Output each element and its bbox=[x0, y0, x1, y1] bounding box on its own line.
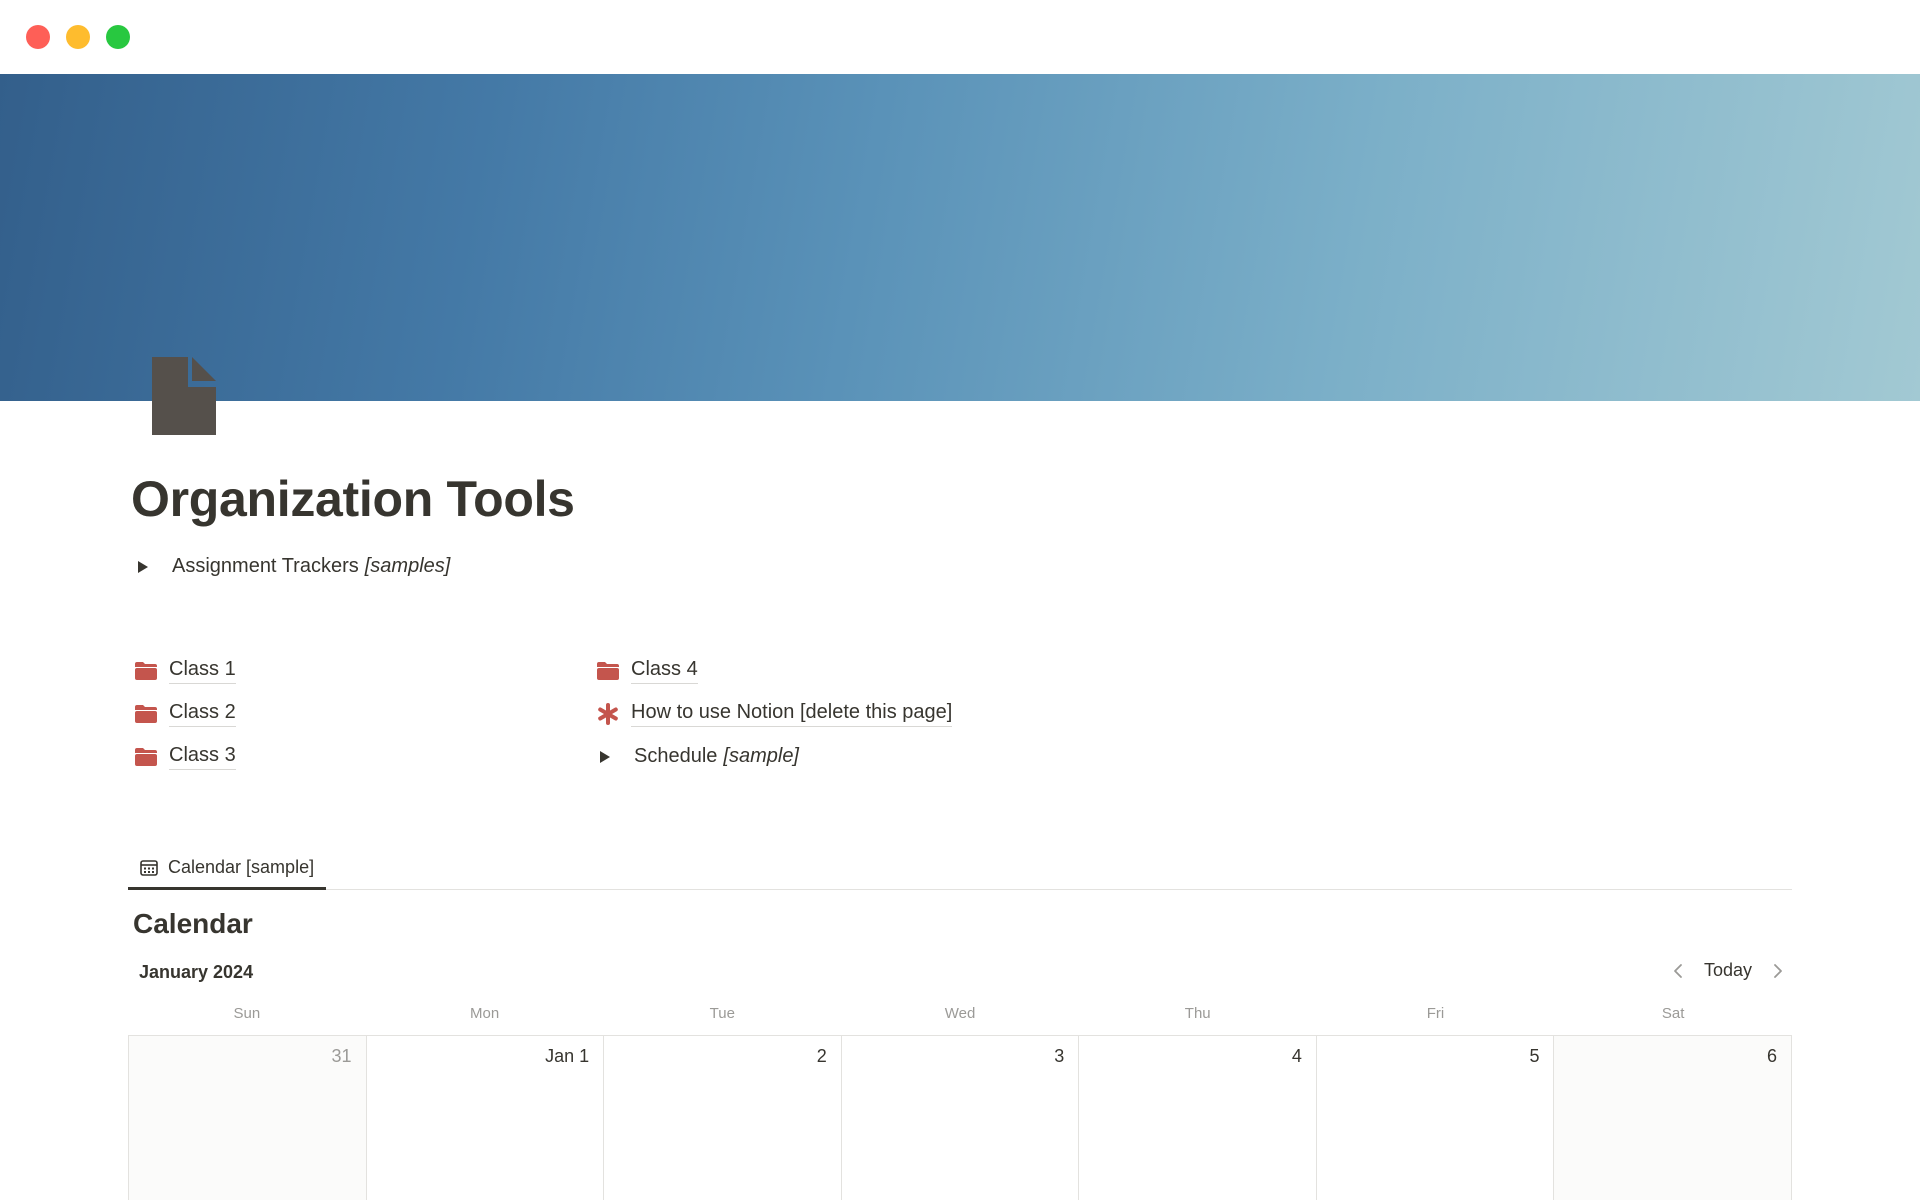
page-link-label[interactable]: Class 4 bbox=[631, 657, 698, 684]
calendar-day-cell[interactable]: Jan 1 bbox=[366, 1036, 605, 1200]
window-minimize-button[interactable] bbox=[66, 25, 90, 49]
day-number: 3 bbox=[1054, 1046, 1065, 1066]
page-cover-image[interactable] bbox=[0, 74, 1920, 401]
page-link-class-2[interactable]: Class 2 bbox=[133, 700, 236, 727]
page-link-how-to-use-notion[interactable]: How to use Notion [delete this page] bbox=[595, 700, 953, 727]
window-titlebar bbox=[0, 0, 1920, 74]
toggle-assignment-trackers[interactable]: Assignment Trackers [samples] bbox=[132, 555, 450, 578]
weekday-label: Sat bbox=[1661, 1005, 1685, 1022]
day-number: 31 bbox=[331, 1046, 352, 1066]
page-link-class-1[interactable]: Class 1 bbox=[133, 657, 236, 684]
weekday-label: Mon bbox=[469, 1005, 500, 1022]
chevron-right-icon[interactable] bbox=[1768, 961, 1788, 981]
day-number: 6 bbox=[1767, 1046, 1778, 1066]
tab-calendar-sample[interactable]: Calendar [sample] bbox=[128, 848, 327, 890]
document-icon[interactable] bbox=[150, 357, 218, 437]
calendar-day-cell[interactable]: 5 bbox=[1316, 1036, 1555, 1200]
calendar-weekday-header: Sun Mon Tue Wed Thu Fri Sat bbox=[128, 1005, 1792, 1035]
toggle-label-italic: [sample] bbox=[723, 745, 799, 767]
toggle-triangle-icon[interactable] bbox=[138, 560, 152, 574]
folder-icon bbox=[595, 659, 621, 683]
weekday-label: Fri bbox=[1426, 1005, 1445, 1022]
toggle-schedule[interactable]: Schedule [sample] bbox=[594, 745, 799, 768]
calendar-grid: 31 Jan 1 2 3 4 5 6 bbox=[128, 1035, 1793, 1200]
weekday-label: Tue bbox=[709, 1005, 735, 1022]
day-number: 2 bbox=[816, 1046, 827, 1066]
calendar-day-cell[interactable]: 4 bbox=[1079, 1036, 1317, 1200]
toggle-label: Schedule bbox=[634, 745, 718, 767]
page-link-class-4[interactable]: Class 4 bbox=[595, 657, 698, 684]
page-title[interactable]: Organization Tools bbox=[131, 470, 575, 528]
page-link-class-3[interactable]: Class 3 bbox=[133, 743, 236, 770]
folder-icon bbox=[133, 702, 159, 726]
calendar-day-cell[interactable]: 2 bbox=[604, 1036, 842, 1200]
chevron-left-icon[interactable] bbox=[1668, 961, 1688, 981]
day-number: 4 bbox=[1291, 1046, 1302, 1066]
calendar-month-label: January 2024 bbox=[139, 962, 254, 982]
asterisk-icon bbox=[595, 702, 621, 726]
calendar-day-cell[interactable]: 3 bbox=[841, 1036, 1080, 1200]
day-number: Jan 1 bbox=[545, 1046, 590, 1066]
calendar-icon bbox=[140, 859, 158, 877]
calendar-day-cell[interactable]: 6 bbox=[1554, 1036, 1793, 1200]
day-number: 5 bbox=[1529, 1046, 1540, 1066]
toggle-label-italic: [samples] bbox=[364, 555, 451, 577]
page-link-label[interactable]: Class 2 bbox=[169, 700, 236, 727]
window-zoom-button[interactable] bbox=[106, 25, 130, 49]
weekday-label: Sun bbox=[233, 1005, 261, 1022]
calendar-navigation: Today bbox=[1668, 960, 1788, 981]
window-close-button[interactable] bbox=[26, 25, 50, 49]
today-button[interactable]: Today bbox=[1704, 960, 1752, 981]
calendar-day-cell[interactable]: 31 bbox=[129, 1036, 367, 1200]
database-title[interactable]: Calendar bbox=[133, 908, 253, 940]
page-link-label[interactable]: Class 1 bbox=[169, 657, 236, 684]
weekday-label: Wed bbox=[944, 1005, 976, 1022]
tab-label: Calendar [sample] bbox=[168, 857, 315, 877]
page-link-label[interactable]: How to use Notion [delete this page] bbox=[631, 700, 953, 727]
toggle-triangle-icon[interactable] bbox=[600, 750, 614, 764]
toggle-label: Assignment Trackers bbox=[172, 555, 359, 577]
folder-icon bbox=[133, 659, 159, 683]
database-view-tabs: Calendar [sample] bbox=[128, 848, 1792, 890]
folder-icon bbox=[133, 745, 159, 769]
weekday-label: Thu bbox=[1184, 1005, 1211, 1022]
page-link-label[interactable]: Class 3 bbox=[169, 743, 236, 770]
